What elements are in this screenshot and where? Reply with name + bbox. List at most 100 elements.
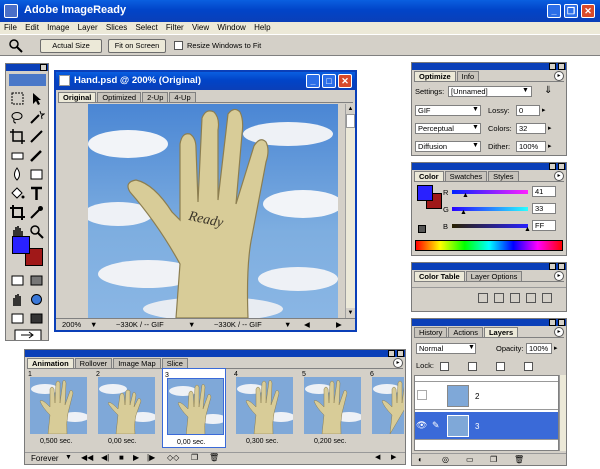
layers-title-bar[interactable] — [412, 319, 566, 326]
document-vscrollbar[interactable]: ▲ ▼ — [345, 104, 355, 318]
crop-box-tool-icon[interactable] — [9, 204, 26, 221]
settings-dropdown-icon[interactable]: ▼ — [522, 87, 529, 94]
tab-slice[interactable]: Slice — [161, 358, 188, 368]
delete-color-icon[interactable] — [526, 293, 536, 303]
animation-frame-5[interactable]: 5 0,200 sec. — [300, 368, 364, 448]
g-slider-thumb-icon[interactable]: ▲ — [460, 209, 467, 216]
menu-window[interactable]: Window — [217, 22, 245, 34]
tab-history[interactable]: History — [414, 327, 448, 337]
scroll-thumb[interactable] — [346, 114, 355, 128]
new-set-icon[interactable]: ▭ — [466, 455, 474, 464]
eyedropper-tool-icon[interactable] — [28, 204, 45, 221]
menu-layer[interactable]: Layer — [78, 22, 98, 34]
menu-help[interactable]: Help — [254, 22, 270, 34]
optimize-title-bar[interactable] — [412, 63, 566, 70]
menu-file[interactable]: File — [4, 22, 17, 34]
anim-scroll-left-icon[interactable]: ◀ — [375, 453, 380, 461]
layer-visibility-icon[interactable] — [417, 390, 427, 400]
zoom-level[interactable]: 200% — [62, 319, 81, 330]
frame-delay[interactable]: 0,00 sec. — [177, 439, 205, 446]
color-table-title-bar[interactable] — [412, 263, 566, 270]
doc-maximize-icon[interactable]: □ — [322, 74, 336, 88]
scroll-right-icon[interactable]: ▶ — [336, 319, 342, 330]
type-tool-icon[interactable] — [28, 185, 45, 202]
paint-bucket-tool-icon[interactable] — [9, 185, 26, 202]
tab-animation[interactable]: Animation — [27, 358, 74, 368]
doc-minimize-icon[interactable]: _ — [306, 74, 320, 88]
animation-frame-1[interactable]: 1 0,500 sec. — [26, 368, 90, 448]
scroll-left-icon[interactable]: ◀ — [304, 319, 310, 330]
layer-style-icon[interactable]: ◐ — [418, 455, 423, 464]
tab-styles[interactable]: Styles — [488, 171, 519, 181]
slice-tool-icon[interactable] — [28, 128, 45, 145]
frame-delay[interactable]: 0,00 sec. — [108, 438, 136, 445]
scroll-up-icon[interactable]: ▲ — [346, 104, 355, 114]
layer-row-partial[interactable] — [415, 376, 558, 382]
zoom-tool-icon[interactable] — [8, 38, 24, 54]
image-canvas[interactable]: Ready — [88, 104, 338, 318]
tab-layer-options[interactable]: Layer Options — [465, 271, 523, 281]
tab-original[interactable]: Original — [58, 92, 97, 102]
zoom-tool-grid-icon[interactable] — [28, 223, 45, 240]
tab-image-map[interactable]: Image Map — [113, 358, 161, 368]
prev-frame-icon[interactable]: ◀| — [101, 453, 109, 462]
layer-row-2[interactable]: 2 — [415, 382, 558, 410]
opacity-stepper-icon[interactable]: ▸ — [554, 344, 558, 352]
rectangle-tool-icon[interactable] — [28, 166, 45, 183]
tab-optimize[interactable]: Optimize — [414, 71, 456, 81]
fit-on-screen-button[interactable]: Fit on Screen — [108, 39, 166, 53]
show-slices-icon[interactable] — [28, 272, 45, 289]
stop-icon[interactable]: ■ — [119, 453, 124, 462]
dither-stepper-icon[interactable]: ▸ — [548, 142, 552, 150]
restore-icon[interactable]: ❐ — [564, 4, 578, 18]
animation-title-bar[interactable] — [25, 350, 405, 357]
lasso-tool-icon[interactable] — [9, 109, 26, 126]
dither-dropdown-icon[interactable]: ▼ — [472, 142, 479, 149]
r-input[interactable]: 41 — [532, 186, 556, 197]
first-frame-icon[interactable]: ◀◀ — [81, 453, 93, 462]
pencil-tool-icon[interactable] — [28, 147, 45, 164]
marquee-tool-icon[interactable] — [9, 90, 26, 107]
new-color-icon[interactable] — [510, 293, 520, 303]
lock-all-icon[interactable] — [524, 362, 533, 371]
preview-document-icon[interactable] — [9, 291, 26, 308]
animation-frame-2[interactable]: 2 0,00 sec. — [94, 368, 158, 448]
lock-transparency-icon[interactable] — [440, 362, 449, 371]
web-shift-icon[interactable] — [478, 293, 488, 303]
layer-row-3[interactable]: 👁 ✎ 3 — [415, 412, 558, 440]
loop-dropdown-icon[interactable]: ▼ — [65, 454, 72, 461]
scroll-down-icon[interactable]: ▼ — [346, 308, 355, 318]
new-layer-icon[interactable]: ❐ — [490, 455, 497, 464]
delete-layer-icon[interactable]: 🗑 — [514, 455, 524, 464]
magic-wand-tool-icon[interactable] — [28, 109, 46, 126]
layer-eye-icon[interactable]: 👁 — [416, 420, 427, 431]
resize-windows-checkbox[interactable] — [174, 41, 183, 50]
tab-info[interactable]: Info — [456, 71, 480, 81]
format-dropdown-icon[interactable]: ▼ — [472, 106, 479, 113]
menu-select[interactable]: Select — [135, 22, 157, 34]
color-title-bar[interactable] — [412, 163, 566, 170]
tab-4-up[interactable]: 4-Up — [169, 92, 196, 102]
menu-filter[interactable]: Filter — [166, 22, 184, 34]
animation-menu-icon[interactable]: ▸ — [393, 358, 403, 368]
frame-delay[interactable]: 0,300 sec. — [246, 438, 278, 445]
settings-select[interactable]: [Unnamed] — [448, 86, 532, 97]
layers-vscrollbar[interactable] — [559, 375, 566, 451]
lossy-input[interactable]: 0 — [516, 105, 540, 116]
blend-dropdown-icon[interactable]: ▼ — [468, 344, 475, 351]
tab-rollover[interactable]: Rollover — [74, 358, 113, 368]
actual-size-button[interactable]: Actual Size — [40, 39, 102, 53]
doc-close-icon[interactable]: ✕ — [338, 74, 352, 88]
tab-color[interactable]: Color — [414, 171, 444, 181]
b-slider[interactable] — [452, 224, 528, 228]
full-screen-icon[interactable] — [28, 310, 45, 327]
color-menu-icon[interactable]: ▸ — [554, 171, 564, 181]
crop-tool-icon[interactable] — [9, 128, 26, 145]
tween-icon[interactable]: ◇◇ — [167, 453, 179, 462]
size-2-dropdown-icon[interactable]: ▼ — [284, 319, 291, 330]
minimize-icon[interactable]: _ — [547, 4, 561, 18]
colors-input[interactable]: 32 — [516, 123, 546, 134]
frame-delay[interactable]: 0,200 sec. — [314, 438, 346, 445]
animation-frame-4[interactable]: 4 0,300 sec. — [232, 368, 296, 448]
color-spectrum[interactable] — [415, 240, 563, 251]
